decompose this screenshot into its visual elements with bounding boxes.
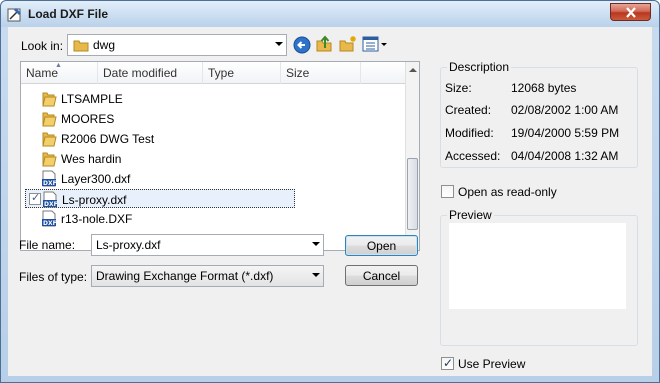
svg-text:DXF: DXF — [43, 220, 57, 227]
up-folder-icon[interactable] — [315, 35, 333, 53]
file-name-input[interactable]: Ls-proxy.dxf — [91, 234, 324, 256]
title-bar[interactable]: Load DXF File — [1, 1, 659, 27]
preview-title: Preview — [447, 208, 494, 222]
check-icon: ✓ — [31, 192, 41, 204]
dxf-file-icon: DXF — [42, 210, 57, 227]
created-label: Created: — [445, 103, 492, 117]
column-header-name[interactable]: Name ▲ — [21, 62, 98, 84]
preview-area — [449, 223, 626, 309]
use-preview-checkbox[interactable]: ✓ — [441, 356, 454, 370]
file-type-value: Drawing Exchange Format (*.dxf) — [96, 269, 274, 283]
read-only-label[interactable]: Open as read-only — [458, 185, 557, 199]
window-title: Load DXF File — [28, 7, 109, 21]
folder-icon — [42, 132, 57, 147]
folder-icon — [42, 92, 57, 107]
column-size-label: Size — [286, 66, 310, 80]
look-in-label: Look in: — [21, 39, 64, 53]
file-list[interactable]: Name ▲ Date modified Type Size LTSAMPLE — [20, 61, 420, 251]
dialog-body: Look in: dwg Name ▲ Date modified Type S… — [8, 27, 652, 376]
folder-icon — [73, 40, 89, 52]
modified-label: Modified: — [445, 126, 494, 140]
list-item[interactable]: DXF Layer300.dxf — [25, 169, 295, 188]
accessed-label: Accessed: — [445, 149, 501, 163]
list-item[interactable]: LTSAMPLE — [25, 89, 295, 108]
file-name-value: Ls-proxy.dxf — [96, 238, 161, 252]
look-in-combo[interactable]: dwg — [67, 34, 287, 56]
file-type-select[interactable]: Drawing Exchange Format (*.dxf) — [91, 265, 324, 287]
list-item-label: MOORES — [61, 112, 115, 126]
dxf-file-icon: DXF — [42, 170, 57, 187]
svg-text:DXF: DXF — [43, 180, 57, 187]
cancel-button[interactable]: Cancel — [345, 265, 418, 286]
created-value: 02/08/2002 1:00 AM — [511, 103, 619, 117]
item-checkbox[interactable]: ✓ — [29, 192, 41, 205]
list-header: Name ▲ Date modified Type Size — [21, 62, 407, 84]
column-header-date[interactable]: Date modified — [98, 62, 203, 84]
list-item-label: r13-nole.DXF — [61, 212, 133, 226]
list-item[interactable]: DXF r13-nole.DXF — [25, 209, 295, 228]
list-item[interactable]: R2006 DWG Test — [25, 129, 295, 148]
list-item[interactable]: Wes hardin — [25, 149, 295, 168]
column-name-label: Name — [26, 66, 59, 80]
list-item-label: R2006 DWG Test — [61, 132, 155, 146]
list-item-label: Layer300.dxf — [61, 172, 131, 186]
column-type-label: Type — [208, 66, 235, 80]
read-only-checkbox[interactable] — [441, 185, 454, 198]
list-item-selected[interactable]: ✓ DXF Ls-proxy.dxf — [25, 189, 295, 208]
close-button[interactable] — [610, 3, 651, 21]
load-dxf-dialog: Load DXF File Look in: dwg Name ▲ Date m… — [0, 0, 660, 383]
file-name-label: File name: — [19, 238, 76, 252]
size-label: Size: — [445, 81, 472, 95]
open-button-label: Open — [366, 239, 397, 253]
accessed-value: 04/04/2008 1:32 AM — [511, 149, 619, 163]
cancel-button-label: Cancel — [362, 269, 401, 283]
folder-icon — [42, 152, 57, 167]
list-item-label: Wes hardin — [61, 152, 122, 166]
sort-ascending-icon: ▲ — [55, 62, 62, 69]
chevron-down-icon — [275, 42, 283, 46]
list-item[interactable]: MOORES — [25, 109, 295, 128]
app-icon — [7, 8, 21, 22]
folder-icon — [42, 112, 57, 127]
list-vertical-scrollbar[interactable] — [405, 62, 419, 250]
back-icon[interactable] — [293, 36, 311, 54]
size-value: 12068 bytes — [511, 81, 577, 95]
column-header-type[interactable]: Type — [203, 62, 281, 84]
close-icon — [626, 7, 636, 18]
open-button[interactable]: Open — [345, 235, 418, 256]
description-title: Description — [447, 60, 512, 74]
modified-value: 19/04/2000 5:59 PM — [511, 126, 620, 140]
look-in-value: dwg — [93, 38, 116, 52]
dxf-file-icon: DXF — [43, 191, 58, 208]
svg-text:DXF: DXF — [44, 201, 58, 208]
use-preview-label[interactable]: Use Preview — [458, 357, 525, 371]
scroll-up-icon[interactable] — [409, 68, 417, 72]
column-date-label: Date modified — [103, 66, 178, 80]
list-item-label: LTSAMPLE — [61, 92, 123, 106]
view-menu-icon[interactable] — [362, 35, 388, 53]
chevron-down-icon[interactable] — [312, 242, 320, 246]
new-folder-icon[interactable] — [339, 35, 357, 53]
file-type-label: Files of type: — [19, 270, 88, 284]
column-header-size[interactable]: Size — [281, 62, 361, 84]
check-icon: ✓ — [443, 356, 454, 370]
scroll-thumb[interactable] — [407, 158, 418, 230]
list-item-label: Ls-proxy.dxf — [62, 193, 127, 207]
chevron-down-icon — [312, 273, 320, 277]
